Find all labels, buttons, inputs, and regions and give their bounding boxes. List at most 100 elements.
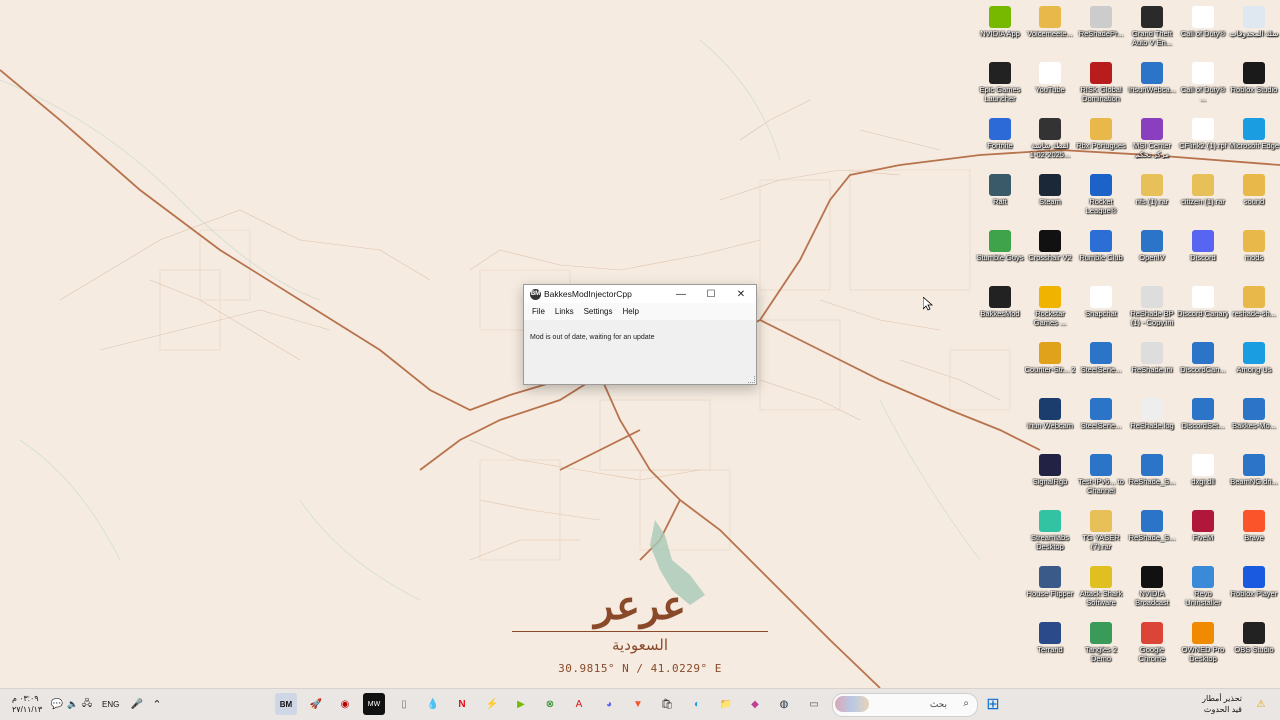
taskbar-shortcut-icon[interactable]: ⚡ [481, 693, 503, 715]
desktop-icon[interactable]: Revo Uninstaller [1177, 563, 1229, 615]
window-titlebar[interactable]: BM BakkesModInjectorCpp — ☐ ✕ [524, 285, 756, 303]
desktop-icon[interactable]: Grand Theft Auto V En... [1126, 3, 1178, 55]
desktop-icon[interactable]: IrisunWebca... [1126, 59, 1178, 111]
chevron-up-icon[interactable]: ⌃ [146, 693, 168, 715]
taskbar-discord-icon[interactable]: ◕ [598, 693, 620, 715]
desktop-icon[interactable]: Test-IPv6... to Channel [1075, 451, 1127, 503]
taskbar-bakkesmod-icon[interactable]: BM [275, 693, 297, 715]
weather-warning-icon[interactable]: ⚠ [1250, 693, 1272, 715]
taskbar-mw-icon[interactable]: MW [363, 693, 385, 715]
taskbar-app-icon[interactable]: 💧 [422, 693, 444, 715]
desktop-icon[interactable]: Terrarid [1024, 619, 1076, 671]
desktop-icon[interactable]: BeamNG.dri... [1228, 451, 1280, 503]
resize-grip[interactable] [748, 376, 755, 383]
clock-time[interactable]: ٠٣:٠٩ م [12, 694, 39, 703]
desktop-icon[interactable]: FiveM [1177, 507, 1229, 559]
minimize-button[interactable]: — [666, 285, 696, 303]
desktop-icon[interactable]: Rumble Club [1075, 227, 1127, 279]
desktop-icon[interactable]: NVIDIA App [974, 3, 1026, 55]
desktop-icon[interactable]: Discord [1177, 227, 1229, 279]
close-button[interactable]: ✕ [726, 285, 756, 303]
taskbar-brave-icon[interactable]: ▼ [627, 693, 649, 715]
taskbar-edge-icon[interactable]: ◐ [686, 693, 708, 715]
taskbar-m365-icon[interactable]: ◆ [744, 693, 766, 715]
desktop-icon[interactable]: ReShade BP (1) - Copy.ini [1126, 283, 1178, 335]
taskbar-rocket-league-icon[interactable]: 🚀 [305, 693, 327, 715]
desktop-icon[interactable]: MSI Center مركز تحكم [1126, 115, 1178, 167]
taskbar-steam-icon[interactable]: ◍ [773, 693, 795, 715]
desktop-icon[interactable]: Brave [1228, 507, 1280, 559]
desktop-icon[interactable]: House Flipper [1024, 563, 1076, 615]
menu-file[interactable]: File [527, 307, 550, 316]
menu-links[interactable]: Links [550, 307, 579, 316]
desktop-icon[interactable]: Call of Duty® ... [1177, 59, 1229, 111]
microphone-icon[interactable]: 🎤 [126, 693, 148, 715]
desktop-icon[interactable]: Snapchat [1075, 283, 1127, 335]
menu-settings[interactable]: Settings [579, 307, 618, 316]
desktop-icon[interactable]: ReShadePr... [1075, 3, 1127, 55]
desktop-icon[interactable]: Roblox Player [1228, 563, 1280, 615]
desktop-icon[interactable]: mods [1228, 227, 1280, 279]
desktop-icon[interactable]: Google Chrome [1126, 619, 1178, 671]
desktop-icon[interactable]: Bakkes-Mo... [1228, 395, 1280, 447]
desktop-icon[interactable]: ReShade_S... [1126, 451, 1178, 503]
bakkesmod-injector-window[interactable]: BM BakkesModInjectorCpp — ☐ ✕ File Links… [523, 284, 757, 385]
desktop-icon[interactable]: dxgi.dll [1177, 451, 1229, 503]
weather-title[interactable]: تحذير أمطار [1202, 694, 1242, 703]
desktop-icon[interactable]: Discord Canary [1177, 283, 1229, 335]
desktop-icon[interactable]: Streamlabs Desktop [1024, 507, 1076, 559]
desktop-icon[interactable]: ReShade.log [1126, 395, 1178, 447]
taskbar-window-icon[interactable]: ▭ [803, 693, 825, 715]
desktop-icon[interactable]: لقطة شاشة 2025-02-1... [1024, 115, 1076, 167]
desktop-icon[interactable]: DiscordCan... [1177, 339, 1229, 391]
desktop-icon[interactable]: ReShade.ini [1126, 339, 1178, 391]
desktop-icon[interactable]: Call of Duty® [1177, 3, 1229, 55]
desktop-icon[interactable]: TG YASER (7).rar [1075, 507, 1127, 559]
desktop-icon[interactable]: Roblox Studio [1228, 59, 1280, 111]
desktop-icon[interactable]: reshade-sh... [1228, 283, 1280, 335]
desktop-icon[interactable]: DiscordSet... [1177, 395, 1229, 447]
desktop-icon[interactable]: Microsoft Edge [1228, 115, 1280, 167]
desktop-icon[interactable]: RISK Global Domination [1075, 59, 1127, 111]
desktop-icon[interactable]: Voicemeete... [1024, 3, 1076, 55]
desktop-icon[interactable]: Counter-Str... 2 [1024, 339, 1076, 391]
taskbar-blank-icon[interactable]: ▯ [393, 693, 415, 715]
taskbar-xbox-icon[interactable]: ⊗ [539, 693, 561, 715]
desktop-icon[interactable]: Steam [1024, 171, 1076, 223]
desktop-icon[interactable]: nfs (1).rar [1126, 171, 1178, 223]
desktop-icon[interactable]: Among Us [1228, 339, 1280, 391]
taskbar-crosshair-icon[interactable]: ◉ [334, 693, 356, 715]
clock-date[interactable]: ٢٧/١١/١٣ [12, 705, 42, 714]
desktop-icon[interactable]: Fortnite [974, 115, 1026, 167]
desktop-icon[interactable]: ReShade_S... [1126, 507, 1178, 559]
language-indicator[interactable]: ENG [102, 700, 119, 709]
desktop-icon[interactable]: Tangles 2 Demo [1075, 619, 1127, 671]
desktop-icon[interactable]: OWNED Pro Desktop [1177, 619, 1229, 671]
desktop-icon[interactable]: CFlink2 (1).rpf [1177, 115, 1229, 167]
desktop-icon[interactable]: citizen (1).rar [1177, 171, 1229, 223]
desktop-icon[interactable]: Rockstar Games ... [1024, 283, 1076, 335]
taskbar-nvidia-icon[interactable]: ▶ [510, 693, 532, 715]
desktop-icon[interactable]: SignalRgb [1024, 451, 1076, 503]
desktop-icon[interactable]: YouTube [1024, 59, 1076, 111]
search-input[interactable]: بحث ⌕ [832, 693, 978, 717]
desktop-icon[interactable]: NVIDIA Broadcast [1126, 563, 1178, 615]
desktop-icon[interactable]: Iriun Webcam [1024, 395, 1076, 447]
taskbar-file-explorer-icon[interactable]: 📁 [715, 693, 737, 715]
taskbar-netflix-icon[interactable]: N [451, 693, 473, 715]
desktop-icon[interactable]: Rocket League® [1075, 171, 1127, 223]
desktop-icon[interactable]: sound [1228, 171, 1280, 223]
desktop-icon[interactable]: سلة المحذوفات [1228, 3, 1280, 55]
desktop-icon[interactable]: Stumble Guys [974, 227, 1026, 279]
desktop-icon[interactable]: OBS Studio [1228, 619, 1280, 671]
desktop-icon[interactable]: Rbx Portugues [1075, 115, 1127, 167]
desktop-icon[interactable]: SteelSerie... [1075, 339, 1127, 391]
network-icon[interactable]: 🖧 [76, 693, 98, 715]
desktop-icon[interactable]: OpenIV [1126, 227, 1178, 279]
weather-subtitle[interactable]: قيد الحدوث [1204, 705, 1242, 714]
desktop-icon[interactable]: BakkesMod [974, 283, 1026, 335]
taskbar-store-icon[interactable]: 🛍 [656, 693, 678, 715]
maximize-button[interactable]: ☐ [696, 285, 726, 303]
desktop-icon[interactable]: Raft [974, 171, 1026, 223]
desktop-icon[interactable]: Attack Shark Software [1075, 563, 1127, 615]
